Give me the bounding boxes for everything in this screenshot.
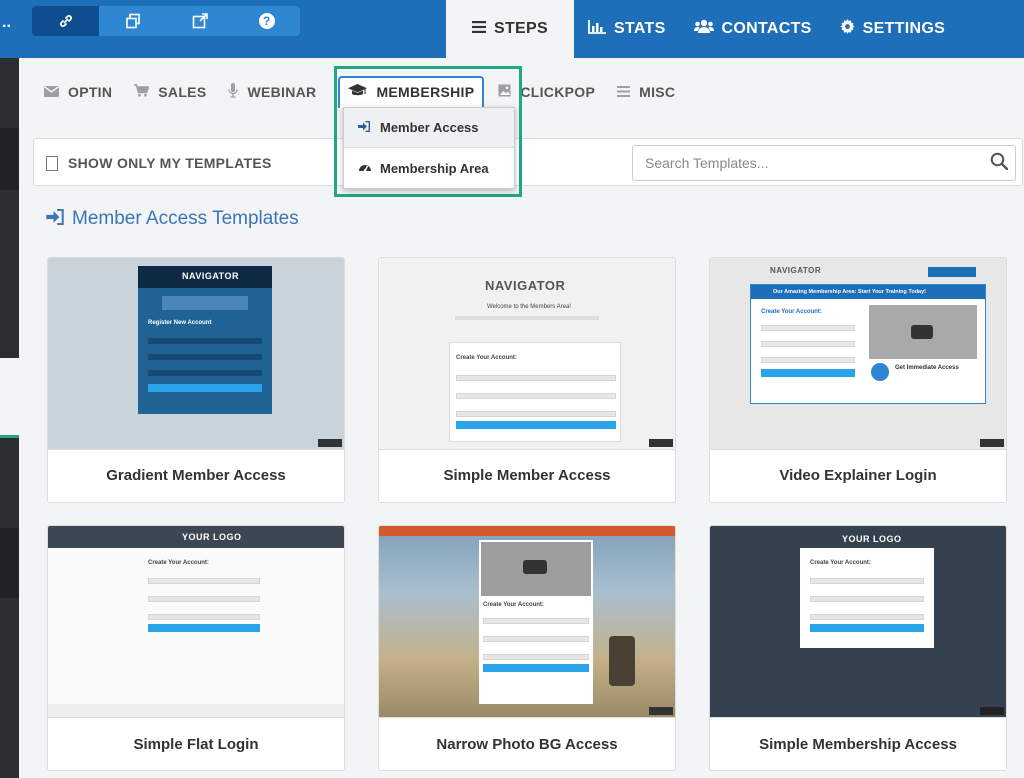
sidebar-segment: [0, 128, 19, 190]
users-icon: [693, 19, 714, 39]
sidebar-segment: [0, 528, 19, 598]
dashboard-icon: [358, 161, 380, 175]
search-input[interactable]: [632, 145, 1016, 181]
template-name: Gradient Member Access: [106, 467, 286, 484]
template-name: Simple Flat Login: [133, 736, 259, 753]
filter-bar: SHOW ONLY MY TEMPLATES: [33, 138, 1023, 186]
tab-clickpop-label: CLICKPOP: [520, 84, 596, 100]
template-thumbnail: YOUR LOGO Create Your Account:: [710, 526, 1006, 718]
sign-in-icon: [46, 208, 64, 230]
template-card-simple-flat-login[interactable]: YOUR LOGO Create Your Account: Simple Fl…: [47, 525, 345, 771]
link-icon[interactable]: [32, 6, 99, 36]
nav-contacts[interactable]: CONTACTS: [680, 0, 826, 58]
microphone-icon: [228, 83, 239, 101]
nav-settings[interactable]: SETTINGS: [826, 0, 959, 58]
section-title: Member Access Templates: [46, 208, 299, 230]
template-name: Narrow Photo BG Access: [436, 736, 618, 753]
template-name: Video Explainer Login: [779, 467, 937, 484]
help-icon[interactable]: ?: [233, 6, 300, 36]
nav-contacts-label: CONTACTS: [721, 20, 812, 37]
membership-dropdown: Member Access Membership Area: [343, 107, 515, 189]
thumbnail-form-panel: Create Your Account:: [800, 548, 934, 648]
tab-sales-label: SALES: [158, 84, 207, 100]
template-card-gradient-member-access[interactable]: NAVIGATOR Register New Account Gradient …: [47, 257, 345, 503]
sidebar-active-segment: [0, 358, 19, 436]
menu-item-member-access-label: Member Access: [380, 120, 479, 135]
external-link-icon[interactable]: [166, 6, 233, 36]
thumbnail-form-panel: Our Amazing Membership Area: Start Your …: [750, 284, 986, 404]
template-thumbnail: NAVIGATOR Our Amazing Membership Area: S…: [710, 258, 1006, 450]
tool-icon-bar: ?: [32, 6, 300, 36]
nav-steps[interactable]: STEPS: [446, 0, 574, 58]
left-sidebar-strip: [0, 58, 19, 778]
thumbnail-form-panel: NAVIGATOR Register New Account: [138, 266, 272, 414]
template-name: Simple Member Access: [443, 467, 611, 484]
gear-icon: [839, 19, 855, 39]
envelope-icon: [44, 85, 59, 100]
show-only-my-templates-label: SHOW ONLY MY TEMPLATES: [68, 155, 272, 171]
template-name: Simple Membership Access: [759, 736, 957, 753]
overflow-indicator: ..: [2, 14, 11, 31]
tab-misc[interactable]: MISC: [617, 84, 675, 100]
list-icon: [472, 20, 486, 38]
nav-stats[interactable]: STATS: [574, 0, 680, 58]
sign-in-icon: [358, 120, 380, 135]
copy-icon[interactable]: [99, 6, 166, 36]
template-card-simple-member-access[interactable]: NAVIGATOR Welcome to the Members Area! C…: [378, 257, 676, 503]
template-card-narrow-photo-bg-access[interactable]: Create Your Account: Narrow Photo BG Acc…: [378, 525, 676, 771]
tab-optin-label: OPTIN: [68, 84, 113, 100]
thumbnail-form-panel: Create Your Account:: [449, 342, 621, 442]
document-icon: [46, 155, 58, 171]
template-card-simple-membership-access[interactable]: YOUR LOGO Create Your Account: Simple Me…: [709, 525, 1007, 771]
tab-sales[interactable]: SALES: [134, 84, 206, 100]
main-nav: STEPS STATS CONTACTS SETTINGS: [446, 0, 959, 58]
nav-steps-label: STEPS: [494, 20, 548, 37]
tab-webinar-label: WEBINAR: [247, 84, 317, 100]
nav-settings-label: SETTINGS: [862, 20, 946, 37]
menu-item-membership-area-label: Membership Area: [380, 160, 489, 176]
section-title-text: Member Access Templates: [72, 208, 299, 229]
template-thumbnail: YOUR LOGO Create Your Account:: [48, 526, 344, 718]
cart-icon: [134, 84, 150, 100]
top-bar: .. ? STEPS STATS CONTACTS SETTINGS: [0, 0, 1024, 58]
search-icon[interactable]: [990, 152, 1010, 172]
menu-icon: [617, 85, 631, 100]
show-only-my-templates-toggle[interactable]: SHOW ONLY MY TEMPLATES: [46, 155, 272, 171]
template-thumbnail: Create Your Account:: [379, 526, 675, 718]
tab-webinar[interactable]: WEBINAR: [228, 83, 316, 101]
template-thumbnail: NAVIGATOR Welcome to the Members Area! C…: [379, 258, 675, 450]
thumbnail-form-panel: Create Your Account:: [479, 540, 593, 704]
menu-item-membership-area[interactable]: Membership Area: [344, 148, 514, 188]
template-thumbnail: NAVIGATOR Register New Account: [48, 258, 344, 450]
sidebar-active-indicator: [0, 435, 19, 438]
bar-chart-icon: [588, 19, 606, 39]
menu-item-member-access[interactable]: Member Access: [344, 108, 514, 148]
nav-stats-label: STATS: [613, 20, 666, 37]
tab-misc-label: MISC: [639, 84, 676, 100]
template-card-video-explainer-login[interactable]: NAVIGATOR Our Amazing Membership Area: S…: [709, 257, 1007, 503]
tab-optin[interactable]: OPTIN: [44, 84, 112, 100]
